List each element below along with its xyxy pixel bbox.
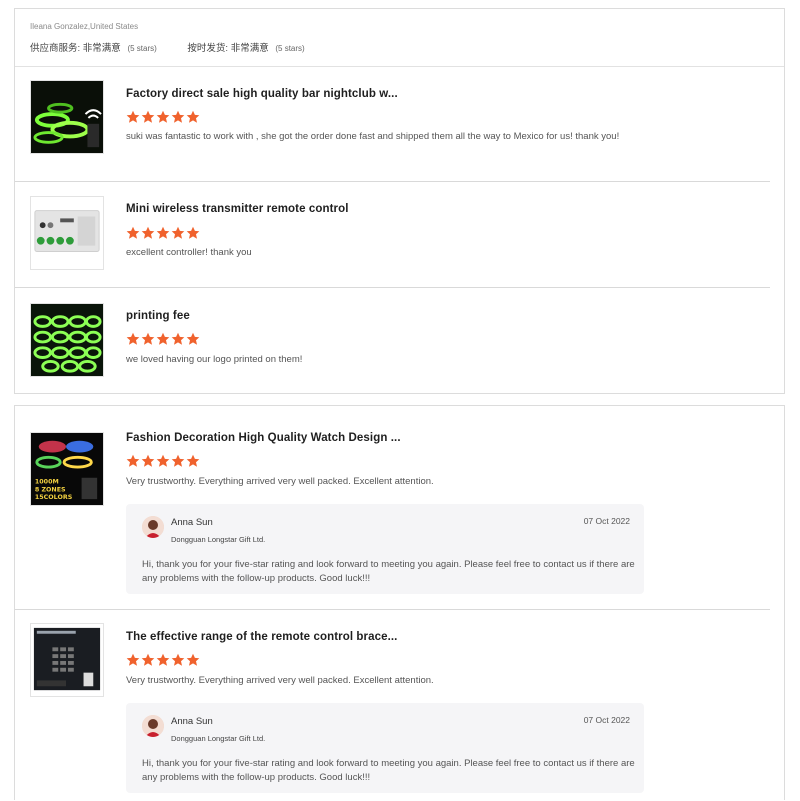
product-title[interactable]: printing fee: [126, 310, 190, 322]
rating-value: 非常满意: [230, 43, 269, 54]
review-comment: Very trustworthy. Everything arrived ver…: [126, 476, 434, 487]
star-rating: [126, 653, 201, 667]
product-title[interactable]: Fashion Decoration High Quality Watch De…: [126, 432, 401, 444]
star-icon: [171, 110, 185, 124]
review-card-ileana: Ileana Gonzalez,United States 供应商服务: 非常满…: [14, 8, 785, 394]
printed-wristbands-image[interactable]: [30, 303, 104, 377]
star-icon: [156, 454, 170, 468]
thumb-text-zones: 8 ZONES: [35, 486, 66, 493]
reviewer-name: Ileana Gonzalez,United States: [30, 22, 139, 31]
product-title[interactable]: Mini wireless transmitter remote control: [126, 203, 349, 215]
reply-text: Hi, thank you for your five-star rating …: [142, 559, 635, 584]
star-rating: [126, 332, 201, 346]
review-comment: Very trustworthy. Everything arrived ver…: [126, 675, 434, 686]
rating-detail: (5 stars): [127, 44, 157, 53]
star-icon: [126, 226, 140, 240]
star-icon: [126, 653, 140, 667]
star-icon: [156, 332, 170, 346]
review-comment: excellent controller! thank you: [126, 247, 252, 258]
star-icon: [141, 226, 155, 240]
review-comment: we loved having our logo printed on them…: [126, 354, 303, 365]
star-icon: [171, 653, 185, 667]
star-icon: [186, 332, 200, 346]
product-title[interactable]: Factory direct sale high quality bar nig…: [126, 88, 398, 100]
seller-avatar: [142, 715, 164, 737]
star-rating: [126, 110, 201, 124]
star-icon: [171, 454, 185, 468]
star-icon: [141, 110, 155, 124]
review-item: Mini wireless transmitter remote control…: [15, 181, 770, 288]
star-icon: [126, 332, 140, 346]
star-icon: [141, 332, 155, 346]
seller-name: Anna Sun: [171, 517, 213, 528]
star-icon: [156, 653, 170, 667]
star-icon: [171, 332, 185, 346]
star-icon: [186, 653, 200, 667]
on-time-delivery-rating: 按时发货: 非常满意 (5 stars): [187, 40, 304, 54]
seller-reply: Anna Sun Dongguan Longstar Gift Ltd. 07 …: [126, 504, 644, 594]
star-icon: [126, 454, 140, 468]
seller-company[interactable]: Dongguan Longstar Gift Ltd.: [171, 535, 265, 544]
remote-control-panel-image[interactable]: [30, 623, 104, 697]
supplier-ratings: 供应商服务: 非常满意 (5 stars) 按时发货: 非常满意 (5 star…: [30, 40, 305, 54]
remote-control-image[interactable]: [30, 196, 104, 270]
glowing-wristbands-image[interactable]: [30, 80, 104, 154]
star-rating: [126, 226, 201, 240]
seller-reply: Anna Sun Dongguan Longstar Gift Ltd. 07 …: [126, 703, 644, 793]
led-bracelet-image[interactable]: 1000M 8 ZONES 15COLORS: [30, 432, 104, 506]
rating-detail: (5 stars): [275, 44, 305, 53]
star-rating: [126, 454, 201, 468]
supplier-service-rating: 供应商服务: 非常满意 (5 stars): [30, 40, 157, 54]
seller-name: Anna Sun: [171, 716, 213, 727]
review-item: printing fee we loved having our logo pr…: [15, 287, 770, 387]
star-icon: [186, 226, 200, 240]
star-icon: [156, 226, 170, 240]
rating-label: 供应商服务:: [30, 43, 81, 54]
reply-date: 07 Oct 2022: [583, 715, 630, 725]
rating-value: 非常满意: [82, 43, 121, 54]
reviewer-header: Ileana Gonzalez,United States 供应商服务: 非常满…: [15, 9, 784, 67]
star-icon: [186, 454, 200, 468]
review-item: The effective range of the remote contro…: [15, 609, 770, 801]
thumb-text-range: 1000M: [35, 479, 59, 486]
thumb-text-colors: 15COLORS: [35, 494, 73, 501]
star-icon: [186, 110, 200, 124]
seller-avatar: [142, 516, 164, 538]
review-card-second: 1000M 8 ZONES 15COLORS Fashion Decoratio…: [14, 405, 785, 800]
rating-label: 按时发货:: [187, 43, 229, 54]
star-icon: [126, 110, 140, 124]
reply-date: 07 Oct 2022: [583, 516, 630, 526]
star-icon: [141, 454, 155, 468]
star-icon: [171, 226, 185, 240]
star-icon: [141, 653, 155, 667]
star-icon: [156, 110, 170, 124]
reply-text: Hi, thank you for your five-star rating …: [142, 758, 635, 783]
product-title[interactable]: The effective range of the remote contro…: [126, 631, 397, 643]
review-item: 1000M 8 ZONES 15COLORS Fashion Decoratio…: [15, 406, 770, 610]
review-comment: suki was fantastic to work with , she go…: [126, 131, 620, 142]
seller-company[interactable]: Dongguan Longstar Gift Ltd.: [171, 734, 265, 743]
review-item: Factory direct sale high quality bar nig…: [15, 66, 770, 182]
